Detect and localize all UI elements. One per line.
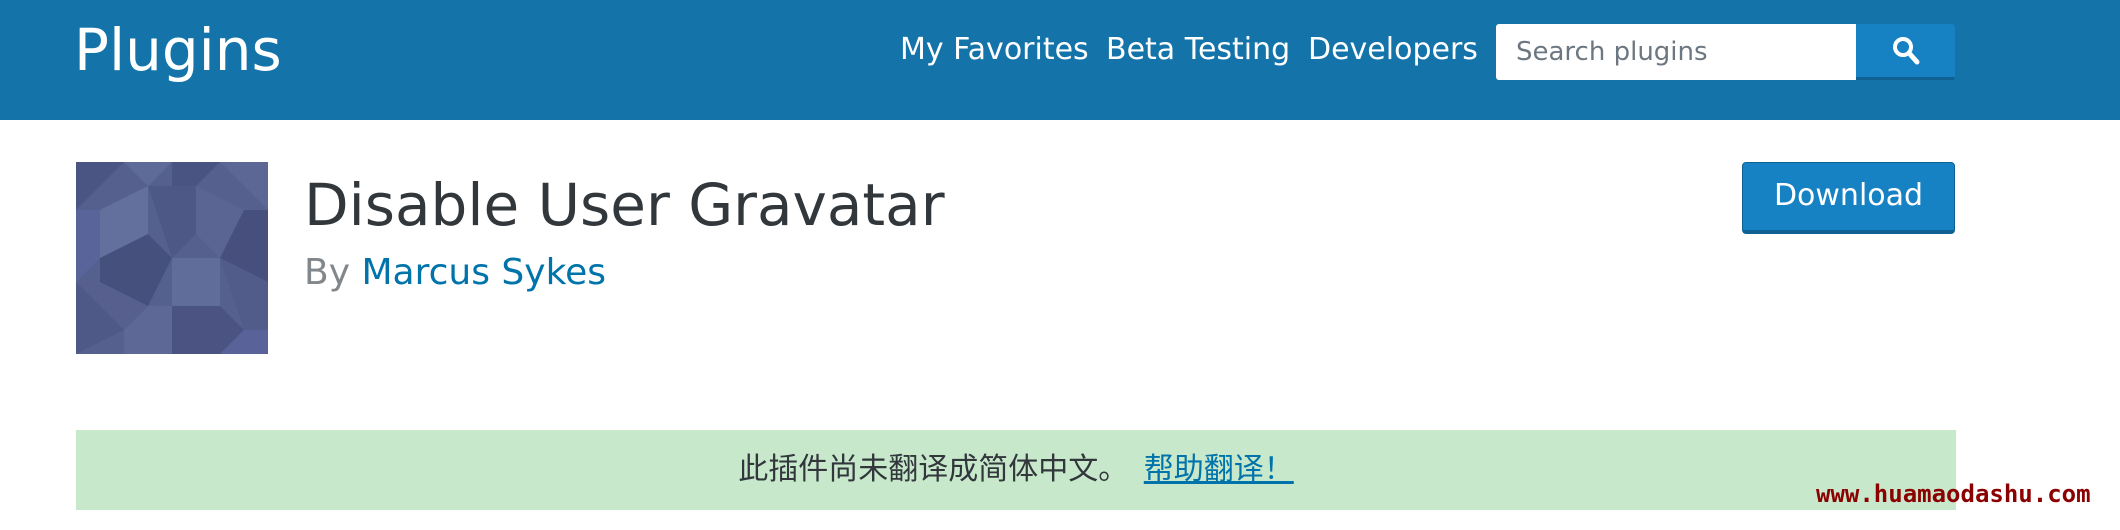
search-input[interactable] <box>1496 24 1856 80</box>
site-header: Plugins My Favorites Beta Testing Develo… <box>0 0 2120 120</box>
plugin-byline: By Marcus Sykes <box>304 250 606 296</box>
download-button[interactable]: Download <box>1742 162 1955 234</box>
help-translate-link[interactable]: 帮助翻译！ <box>1144 452 1294 487</box>
watermark-text: www.huamaodashu.com <box>1816 480 2091 508</box>
nav-my-favorites[interactable]: My Favorites <box>900 28 1089 72</box>
notice-text: 此插件尚未翻译成简体中文。 <box>738 452 1129 487</box>
plugin-banner-icon <box>76 162 268 354</box>
search-icon <box>1893 37 1920 65</box>
by-label: By <box>304 252 351 293</box>
nav-beta-testing[interactable]: Beta Testing <box>1106 28 1290 72</box>
brand-title[interactable]: Plugins <box>74 10 282 90</box>
search-button[interactable] <box>1856 24 1955 80</box>
translation-notice: 此插件尚未翻译成简体中文。 帮助翻译！ <box>76 430 1956 510</box>
nav-developers[interactable]: Developers <box>1308 28 1478 72</box>
plugin-title: Disable User Gravatar <box>304 171 945 239</box>
author-link[interactable]: Marcus Sykes <box>361 252 606 293</box>
